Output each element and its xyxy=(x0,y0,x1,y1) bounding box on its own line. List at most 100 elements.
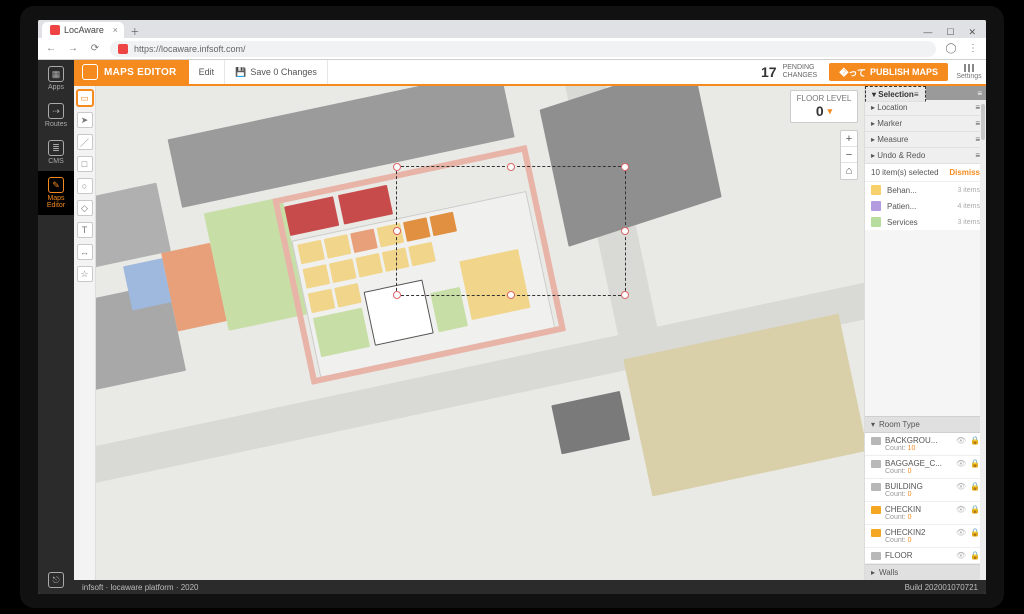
visibility-icon[interactable]: 👁 xyxy=(956,551,966,560)
maps-editor-icon: ✎ xyxy=(48,177,64,193)
tool-text[interactable]: T xyxy=(77,222,93,238)
swatch-icon xyxy=(871,201,881,211)
new-tab-button[interactable]: ＋ xyxy=(128,24,142,38)
layer-count: Count: 10 xyxy=(871,445,980,452)
floor-value: 0 xyxy=(816,103,824,119)
browser-tabstrip: LocAware × ＋ — ☐ ✕ xyxy=(38,20,986,38)
rail-label: CMS xyxy=(48,158,64,165)
app-header: MAPS EDITOR Edit 💾 Save 0 Changes 17 PEN… xyxy=(74,60,986,86)
lock-icon[interactable]: 🔒 xyxy=(970,482,980,491)
settings-button[interactable]: Settings xyxy=(952,60,986,84)
lock-icon[interactable]: 🔒 xyxy=(970,459,980,468)
brand: MAPS EDITOR xyxy=(74,60,189,84)
favicon-icon xyxy=(50,25,60,35)
layer-row[interactable]: BAGGAGE_C...👁🔒Count: 0 xyxy=(865,456,986,479)
selection-key-item[interactable]: Services3 items xyxy=(865,214,986,230)
floor-level-selector[interactable]: FLOOR LEVEL 0▾ xyxy=(790,90,858,123)
folder-icon xyxy=(871,552,881,560)
browser-tab[interactable]: LocAware × xyxy=(42,22,124,38)
lock-icon[interactable]: 🔒 xyxy=(970,528,980,537)
zoom-in-button[interactable]: + xyxy=(841,131,857,147)
lock-icon[interactable]: 🔒 xyxy=(970,551,980,560)
chevron-down-icon: ▾ xyxy=(828,106,833,117)
layer-row[interactable]: CHECKIN👁🔒Count: 0 xyxy=(865,502,986,525)
lock-icon[interactable]: 🔒 xyxy=(970,505,980,514)
properties-panel: 38 ≡ ▸ Location≡ ▸ Marker≡ ▸ Measure≡ ▸ … xyxy=(864,86,986,580)
lock-icon[interactable]: 🔒 xyxy=(970,436,980,445)
visibility-icon[interactable]: 👁 xyxy=(956,528,966,537)
window-close-icon[interactable]: ✕ xyxy=(968,27,976,38)
tool-circle[interactable]: ○ xyxy=(77,178,93,194)
tool-palette: ▭ ➤ ／ □ ○ ◇ T ↔ ☆ xyxy=(74,86,96,580)
tool-measure[interactable]: ↔ xyxy=(77,244,93,260)
tool-pin[interactable]: ☆ xyxy=(77,266,93,282)
accordion-measure[interactable]: ▸ Measure≡ xyxy=(865,132,986,148)
zoom-reset-button[interactable]: ⌂ xyxy=(841,163,857,179)
scrollbar-thumb[interactable] xyxy=(981,104,985,140)
layer-count: Count: 0 xyxy=(871,514,980,521)
profile-icon[interactable]: ◯ xyxy=(944,43,958,54)
room-type-header[interactable]: ▾ Room Type xyxy=(865,416,986,433)
window-maximize-icon[interactable]: ☐ xyxy=(946,27,954,38)
tool-rect[interactable]: □ xyxy=(77,156,93,172)
pending-changes: 17 PENDINGCHANGES xyxy=(753,60,825,84)
rail-item-logout[interactable]: ⎋ xyxy=(38,566,74,594)
accordion-selection[interactable]: ▾ Selection≡ xyxy=(865,86,926,102)
nav-reload-icon[interactable]: ⟳ xyxy=(88,43,102,54)
panel-scrollbar[interactable] xyxy=(980,100,986,580)
tool-line[interactable]: ／ xyxy=(77,134,93,150)
pending-count: 17 xyxy=(761,64,777,80)
visibility-icon[interactable]: 👁 xyxy=(956,482,966,491)
apps-icon: ▦ xyxy=(48,66,64,82)
nav-forward-icon[interactable]: → xyxy=(66,43,80,54)
app-rail: ▦ Apps ⇢ Routes ≣ CMS ✎ Maps Editor ⎋ xyxy=(38,60,74,594)
selection-key-item[interactable]: Patien...4 items xyxy=(865,198,986,214)
panel-menu-icon[interactable]: ≡ xyxy=(977,89,982,98)
map-canvas[interactable]: FLOOR LEVEL 0▾ + − ⌂ 38 xyxy=(96,86,986,580)
rail-item-cms[interactable]: ≣ CMS xyxy=(38,134,74,171)
tool-select[interactable]: ▭ xyxy=(77,90,93,106)
logout-icon: ⎋ xyxy=(48,572,64,588)
accordion-undo-redo[interactable]: ▸ Undo & Redo≡ xyxy=(865,148,986,164)
rail-item-routes[interactable]: ⇢ Routes xyxy=(38,97,74,134)
rail-item-apps[interactable]: ▦ Apps xyxy=(38,60,74,97)
status-bar: infsoft · locaware platform · 2020 Build… xyxy=(74,580,986,594)
accordion-marker[interactable]: ▸ Marker≡ xyxy=(865,116,986,132)
visibility-icon[interactable]: 👁 xyxy=(956,436,966,445)
edit-menu[interactable]: Edit xyxy=(189,60,226,84)
rail-label: Maps Editor xyxy=(38,195,74,209)
zoom-control: + − ⌂ xyxy=(840,130,858,180)
layer-row[interactable]: BUILDING👁🔒Count: 0 xyxy=(865,479,986,502)
layer-row[interactable]: BACKGROU... 👁 🔒Count: 10 xyxy=(865,433,986,456)
rail-item-maps-editor[interactable]: ✎ Maps Editor xyxy=(38,171,74,215)
dismiss-selection-button[interactable]: Dismiss xyxy=(949,168,980,177)
swatch-icon xyxy=(871,217,881,227)
nav-back-icon[interactable]: ← xyxy=(44,43,58,54)
layer-name: BACKGROU... xyxy=(885,436,937,445)
save-label: Save 0 Changes xyxy=(250,67,317,77)
visibility-icon[interactable]: 👁 xyxy=(956,459,966,468)
visibility-icon[interactable]: 👁 xyxy=(956,505,966,514)
publish-maps-button[interactable]: �って PUBLISH MAPS xyxy=(829,63,948,81)
selection-rectangle[interactable] xyxy=(396,166,626,296)
walls-header[interactable]: ▸ Walls xyxy=(865,564,986,580)
accordion-location[interactable]: ▸ Location≡ xyxy=(865,100,986,116)
zoom-out-button[interactable]: − xyxy=(841,147,857,163)
window-minimize-icon[interactable]: — xyxy=(923,27,932,38)
save-button[interactable]: 💾 Save 0 Changes xyxy=(225,60,328,84)
layer-name: BAGGAGE_C... xyxy=(885,459,942,468)
browser-menu-icon[interactable]: ⋮ xyxy=(966,43,980,54)
layer-name: BUILDING xyxy=(885,482,923,491)
selection-summary: 10 item(s) selected Dismiss xyxy=(865,164,986,182)
tool-polygon[interactable]: ◇ xyxy=(77,200,93,216)
layer-name: FLOOR xyxy=(885,551,913,560)
close-tab-icon[interactable]: × xyxy=(113,25,118,35)
address-bar[interactable]: https://locaware.infsoft.com/ xyxy=(110,41,936,57)
grip-icon: ≡ xyxy=(914,90,919,99)
tool-pointer[interactable]: ➤ xyxy=(77,112,93,128)
layer-row[interactable]: CHECKIN2👁🔒Count: 0 xyxy=(865,525,986,548)
browser-toolbar: ← → ⟳ https://locaware.infsoft.com/ ◯ ⋮ xyxy=(38,38,986,60)
selection-count: 10 item(s) selected xyxy=(871,168,939,177)
layer-row[interactable]: FLOOR 👁 🔒 xyxy=(865,548,986,564)
selection-key-item[interactable]: Behan...3 items xyxy=(865,182,986,198)
